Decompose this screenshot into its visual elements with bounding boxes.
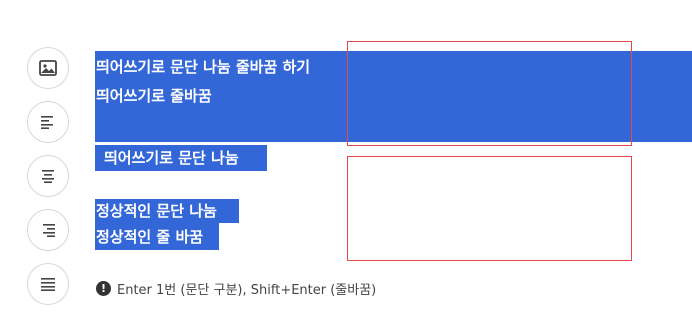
- paragraph-3-line-2: 정상적인 줄 바꿈: [96, 228, 204, 246]
- align-center-icon: [42, 170, 54, 183]
- exclamation-icon: !: [96, 281, 111, 296]
- align-justify-icon: [41, 278, 55, 291]
- paragraph-3-line-1: 정상적인 문단 나눔: [96, 202, 217, 220]
- shortcut-hint-text: Enter 1번 (문단 구분), Shift+Enter (줄바꿈): [117, 283, 377, 298]
- paragraph-1-line-1: 띄어쓰기로 문단 나눔 줄바꿈 하기: [96, 58, 311, 76]
- annotation-box-bottom: [347, 156, 632, 261]
- annotation-box-top: [347, 41, 632, 146]
- align-right-icon: [43, 224, 55, 237]
- shortcut-hint: ! Enter 1번 (문단 구분), Shift+Enter (줄바꿈): [96, 279, 376, 298]
- image-icon: [39, 60, 57, 76]
- align-center-button[interactable]: [27, 155, 69, 197]
- align-left-button[interactable]: [27, 101, 69, 143]
- align-justify-button[interactable]: [27, 263, 69, 305]
- align-right-button[interactable]: [27, 209, 69, 251]
- insert-image-button[interactable]: [27, 47, 69, 89]
- paragraph-2-line-1: 띄어쓰기로 문단 나눔: [104, 149, 239, 167]
- align-left-icon: [41, 116, 53, 129]
- paragraph-1-line-2: 띄어쓰기로 줄바꿈: [96, 87, 212, 105]
